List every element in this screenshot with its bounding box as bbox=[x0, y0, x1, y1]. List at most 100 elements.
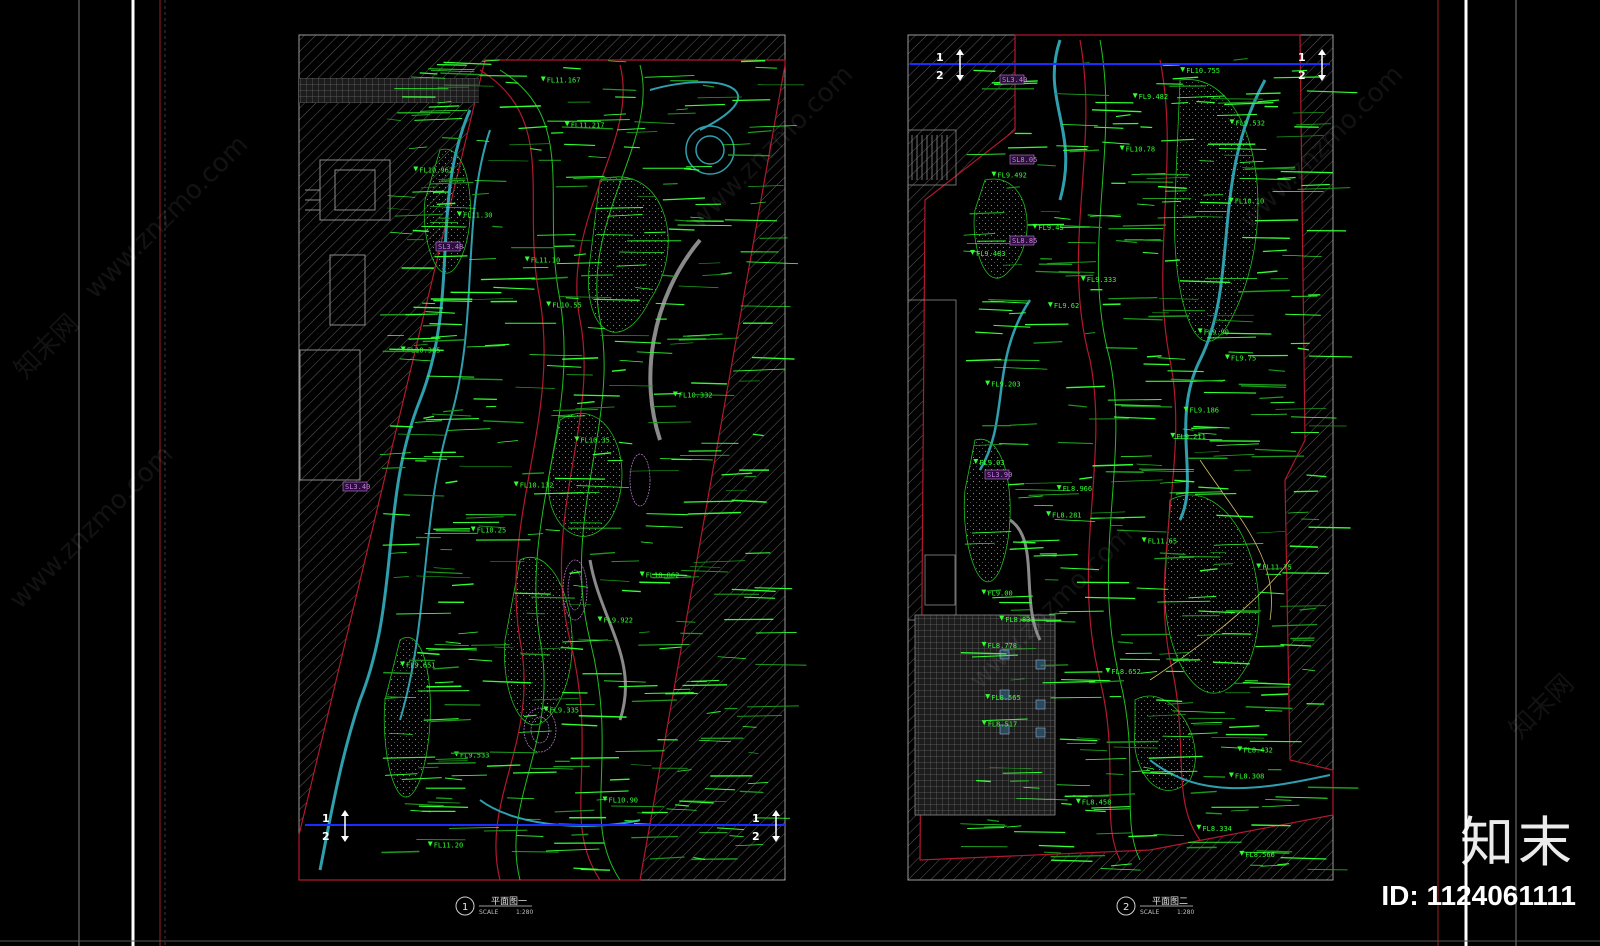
elevation-label: FL9.90 bbox=[1204, 328, 1229, 336]
annotation-leader bbox=[1251, 824, 1291, 827]
annotation-leader bbox=[1061, 802, 1072, 806]
plan-two-number: 2 bbox=[1123, 902, 1129, 913]
plan-two-title-block: 2 平面图二 SCALE 1:280 bbox=[1116, 896, 1194, 916]
annotation-leader bbox=[433, 528, 471, 530]
annotation-leader bbox=[1203, 193, 1224, 196]
annotation-leader bbox=[1148, 315, 1190, 318]
brand-badge: 知末 ID: 1124061111 bbox=[1381, 812, 1576, 912]
annotation-leader bbox=[555, 185, 588, 188]
section-number-top: 1 bbox=[936, 51, 944, 64]
cad-drawing-canvas[interactable]: FL11.167FL11.217FL10.962FL11.30FL11.10FL… bbox=[0, 0, 1600, 946]
annotation-leader bbox=[611, 560, 640, 563]
annotation-leader bbox=[1040, 664, 1069, 667]
annotation-leader bbox=[1024, 323, 1069, 326]
annotation-leader bbox=[624, 820, 639, 822]
elevation-label: FL11.75 bbox=[1262, 564, 1292, 572]
plan-one-number: 1 bbox=[462, 902, 468, 913]
plan-two-title: 平面图二 bbox=[1152, 896, 1188, 907]
annotation-leader bbox=[1308, 786, 1359, 789]
section-number-bottom: 2 bbox=[936, 69, 944, 82]
annotation-leader bbox=[1012, 541, 1036, 544]
annotation-leader bbox=[1210, 98, 1263, 100]
elevation-label: FL9.483 bbox=[976, 250, 1006, 258]
elevation-label: FL9.492 bbox=[997, 172, 1027, 180]
annotation-leader bbox=[422, 302, 436, 305]
elevation-label: FL9.186 bbox=[1190, 407, 1220, 415]
watermark-text-cn: 知末网 bbox=[9, 309, 85, 385]
annotation-leader bbox=[966, 242, 1015, 245]
annotation-leader bbox=[1290, 637, 1315, 640]
annotation-leader bbox=[581, 274, 614, 277]
tag-label: SL3.48 bbox=[438, 243, 463, 251]
annotation-leader bbox=[433, 299, 473, 303]
watermark-text: www.znzmo.com bbox=[79, 130, 254, 305]
annotation-leader bbox=[436, 63, 467, 66]
watermark-layer: 知末网 www.znzmo.com www.znzmo.com www.znzm… bbox=[4, 60, 1580, 745]
annotation-leader bbox=[1059, 226, 1090, 229]
annotation-leader bbox=[691, 858, 738, 861]
elevation-label: FL9.482 bbox=[1139, 93, 1169, 101]
annotation-leader bbox=[1143, 239, 1164, 242]
annotation-leader bbox=[668, 228, 695, 231]
plan-two-scale-label: SCALE bbox=[1140, 909, 1159, 916]
annotation-leader bbox=[1065, 274, 1094, 277]
annotation-leader bbox=[1222, 632, 1252, 635]
annotation-leader bbox=[1107, 399, 1162, 401]
annotation-leader bbox=[1194, 493, 1237, 495]
annotation-leader bbox=[1156, 83, 1183, 85]
annotation-leader bbox=[426, 685, 462, 688]
annotation-leader bbox=[755, 631, 797, 634]
annotation-leader bbox=[1301, 518, 1320, 521]
elevation-label: FL11.30 bbox=[463, 212, 493, 220]
annotation-leader bbox=[571, 833, 589, 836]
annotation-leader bbox=[526, 612, 546, 615]
elevation-label: FL9.62 bbox=[1054, 302, 1079, 310]
annotation-leader bbox=[1007, 146, 1048, 149]
elevation-label: FL10.962 bbox=[419, 167, 453, 175]
section-number-top: 1 bbox=[322, 812, 330, 825]
tag-label: SL8.05 bbox=[1012, 156, 1037, 164]
elevation-label: FL9.651 bbox=[406, 662, 436, 670]
watermark-text: www.znzmo.com bbox=[4, 440, 179, 615]
annotation-leader bbox=[381, 850, 420, 854]
annotation-leader bbox=[1308, 526, 1351, 529]
elevation-label: FL9.333 bbox=[1087, 276, 1117, 284]
annotation-leader bbox=[1224, 332, 1272, 335]
annotation-leader bbox=[1242, 236, 1290, 239]
annotation-leader bbox=[1307, 868, 1348, 871]
elevation-label: FL10.755 bbox=[1186, 67, 1220, 75]
tag-label: SL3.90 bbox=[987, 471, 1012, 479]
annotation-leader bbox=[623, 146, 640, 149]
annotation-leader bbox=[1270, 401, 1295, 404]
annotation-leader bbox=[1162, 200, 1182, 203]
annotation-leader bbox=[644, 231, 666, 234]
cad-viewport[interactable]: FL11.167 FL11.217 FL10.962 FL11.30 FL11.10 FL… bbox=[0, 0, 1600, 946]
elevation-label: FL10.332 bbox=[679, 392, 713, 400]
annotation-leader bbox=[554, 477, 605, 480]
annotation-leader bbox=[1139, 173, 1190, 176]
annotation-leader bbox=[418, 766, 439, 769]
annotation-leader bbox=[639, 581, 671, 584]
tag-label: SL3.40 bbox=[1002, 76, 1027, 84]
annotation-leader bbox=[1205, 812, 1222, 815]
annotation-leader bbox=[1293, 490, 1319, 493]
annotation-leader bbox=[436, 202, 456, 206]
annotation-leader bbox=[732, 99, 771, 102]
annotation-leader bbox=[1119, 658, 1161, 661]
elevation-label: FL9.335 bbox=[550, 707, 580, 715]
elevation-label: FL11.65 bbox=[1148, 537, 1178, 545]
elevation-label: FL8.966 bbox=[1063, 485, 1093, 493]
elevation-label: FL8.308 bbox=[1235, 773, 1265, 781]
annotation-leader bbox=[1289, 545, 1319, 548]
annotation-leader bbox=[412, 229, 429, 233]
tag-label: SL3.40 bbox=[345, 483, 370, 491]
annotation-leader bbox=[1013, 831, 1066, 833]
annotation-leader bbox=[615, 96, 636, 98]
annotation-leader bbox=[473, 398, 497, 400]
annotation-leader bbox=[609, 778, 630, 781]
annotation-leader bbox=[1105, 347, 1138, 349]
annotation-leader bbox=[492, 225, 503, 228]
brand-logo: 知末 bbox=[1460, 811, 1576, 874]
annotation-leader bbox=[570, 757, 620, 759]
annotation-leader bbox=[973, 69, 996, 72]
